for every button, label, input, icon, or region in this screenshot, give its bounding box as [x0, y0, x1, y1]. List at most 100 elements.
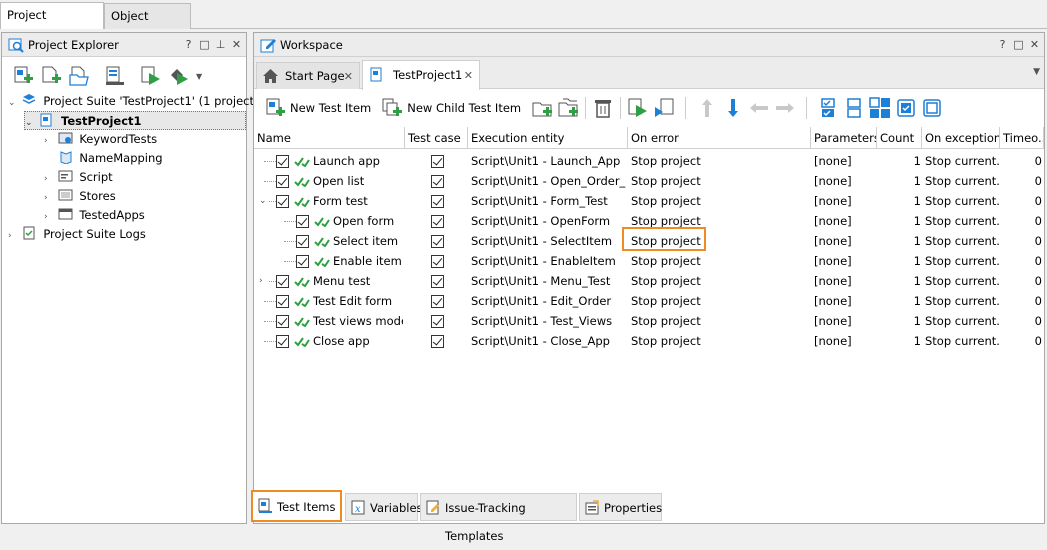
maximize-button[interactable]: □ [199, 33, 210, 57]
on-exception-cell[interactable]: Stop current... [925, 211, 999, 231]
move-left-icon[interactable] [748, 97, 770, 119]
on-error-cell[interactable]: Stop project [631, 291, 809, 311]
count-cell[interactable]: 1 [877, 271, 921, 291]
collapse-icon[interactable]: ⌄ [25, 114, 35, 133]
tab-project-workspace[interactable]: Project Workspace [0, 2, 104, 46]
enabled-checkbox[interactable] [276, 295, 289, 308]
on-exception-cell[interactable]: Stop current... [925, 191, 999, 211]
parameters-cell[interactable]: [none] [814, 191, 876, 211]
run-project-icon[interactable] [140, 65, 162, 87]
help-button[interactable]: ? [997, 33, 1008, 57]
tree-item-keywordtests[interactable]: › KeywordTests [44, 130, 157, 149]
move-up-icon[interactable] [696, 97, 718, 119]
add-child-folder-icon[interactable] [557, 97, 579, 119]
count-cell[interactable]: 1 [877, 231, 921, 251]
count-cell[interactable]: 1 [877, 331, 921, 351]
tree-item-project-suite[interactable]: ⌄ Project Suite 'TestProject1' (1 projec… [8, 92, 258, 111]
table-row[interactable]: Launch app Script\Unit1 - Launch_App Stop … [254, 151, 1044, 171]
on-error-cell[interactable]: Stop project [631, 191, 809, 211]
uncheck-selected-icon[interactable] [921, 97, 943, 119]
column-test-case[interactable]: Test case [405, 127, 468, 149]
tree-item-namemapping[interactable]: NameMapping [44, 149, 163, 168]
timeout-cell[interactable]: 0 [1000, 211, 1042, 231]
count-cell[interactable]: 1 [877, 251, 921, 271]
tab-start-page[interactable]: Start Page ✕ [256, 62, 360, 89]
count-cell[interactable]: 1 [877, 311, 921, 331]
parameters-cell[interactable]: [none] [814, 231, 876, 251]
count-cell[interactable]: 1 [877, 171, 921, 191]
run-focused-icon[interactable] [653, 97, 675, 119]
check-selected-icon[interactable] [895, 97, 917, 119]
timeout-cell[interactable]: 0 [1000, 171, 1042, 191]
table-row[interactable]: › Menu test Script\Unit1 - Menu_Test Stop p… [254, 271, 1044, 291]
tree-item-project-suite-logs[interactable]: › Project Suite Logs [8, 225, 146, 244]
tab-list-dropdown-icon[interactable]: ▼ [1033, 67, 1040, 77]
test-case-checkbox[interactable] [431, 315, 444, 328]
column-on-error[interactable]: On error [628, 127, 811, 149]
execution-entity-cell[interactable]: Script\Unit1 - OpenForm [471, 211, 626, 231]
timeout-cell[interactable]: 0 [1000, 271, 1042, 291]
column-execution-entity[interactable]: Execution entity [468, 127, 628, 149]
enabled-checkbox[interactable] [276, 175, 289, 188]
run-dropdown-icon[interactable]: ▼ [196, 72, 202, 81]
count-cell[interactable]: 1 [877, 291, 921, 311]
expand-toggle-icon[interactable]: › [259, 271, 269, 291]
tab-testproject1[interactable]: TestProject1 ✕ [362, 60, 480, 90]
tree-item-testedapps[interactable]: › TestedApps [44, 206, 145, 225]
count-cell[interactable]: 1 [877, 191, 921, 211]
execution-entity-cell[interactable]: Script\Unit1 - Menu_Test [471, 271, 626, 291]
table-row[interactable]: Open listScript\Unit1 - Open_Order_ListS… [254, 171, 1044, 191]
on-error-cell[interactable]: Stop project [631, 331, 809, 351]
parameters-cell[interactable]: [none] [814, 211, 876, 231]
column-count[interactable]: Count [877, 127, 922, 149]
timeout-cell[interactable]: 0 [1000, 251, 1042, 271]
close-tab-icon[interactable]: ✕ [464, 61, 473, 90]
on-error-cell[interactable]: Stop project [631, 151, 809, 171]
add-folder-icon[interactable] [531, 97, 553, 119]
execution-entity-cell[interactable]: Script\Unit1 - SelectItem [471, 231, 626, 251]
tree-item-testproject1[interactable]: ⌄ TestProject1 [24, 111, 246, 130]
project-properties-icon[interactable] [104, 65, 126, 87]
enabled-checkbox[interactable] [276, 195, 289, 208]
close-button[interactable]: ✕ [1029, 33, 1040, 57]
column-parameters[interactable]: Parameters [811, 127, 877, 149]
new-test-item-button[interactable]: New Test Item [290, 101, 371, 115]
expand-icon[interactable]: › [8, 227, 18, 246]
test-case-checkbox[interactable] [431, 255, 444, 268]
test-case-checkbox[interactable] [431, 275, 444, 288]
column-timeout[interactable]: Timeo... [1000, 127, 1044, 149]
execution-entity-cell[interactable]: Script\Unit1 - Test_Views [471, 311, 626, 331]
test-case-checkbox[interactable] [431, 195, 444, 208]
test-case-checkbox[interactable] [431, 295, 444, 308]
tree-item-script[interactable]: › Script [44, 168, 113, 187]
execution-entity-cell[interactable]: Script\Unit1 - Edit_Order [471, 291, 626, 311]
pin-button[interactable]: ⊥ [215, 33, 226, 57]
add-existing-item-icon[interactable] [40, 65, 62, 87]
execution-entity-cell[interactable]: Script\Unit1 - Form_Test [471, 191, 626, 211]
parameters-cell[interactable]: [none] [814, 311, 876, 331]
tab-object-browser[interactable]: Object Browser [104, 3, 191, 47]
on-exception-cell[interactable]: Stop current... [925, 171, 999, 191]
on-error-cell[interactable]: Stop project [631, 171, 809, 191]
test-case-checkbox[interactable] [431, 235, 444, 248]
close-tab-icon[interactable]: ✕ [344, 63, 353, 90]
enabled-checkbox[interactable] [276, 155, 289, 168]
on-exception-cell[interactable]: Stop current... [925, 311, 999, 331]
timeout-cell[interactable]: 0 [1000, 191, 1042, 211]
delete-icon[interactable] [592, 97, 614, 119]
timeout-cell[interactable]: 0 [1000, 151, 1042, 171]
on-exception-cell[interactable]: Stop current... [925, 331, 999, 351]
collapse-icon[interactable]: ⌄ [8, 94, 18, 113]
parameters-cell[interactable]: [none] [814, 251, 876, 271]
enabled-checkbox[interactable] [276, 335, 289, 348]
enabled-checkbox[interactable] [276, 315, 289, 328]
count-cell[interactable]: 1 [877, 151, 921, 171]
check-all-icon[interactable] [817, 97, 839, 119]
parameters-cell[interactable]: [none] [814, 271, 876, 291]
timeout-cell[interactable]: 0 [1000, 311, 1042, 331]
enabled-checkbox[interactable] [276, 275, 289, 288]
on-exception-cell[interactable]: Stop current... [925, 271, 999, 291]
parameters-cell[interactable]: [none] [814, 151, 876, 171]
test-case-checkbox[interactable] [431, 175, 444, 188]
table-row[interactable]: Close app Script\Unit1 - Close_App Stop pr… [254, 331, 1044, 351]
